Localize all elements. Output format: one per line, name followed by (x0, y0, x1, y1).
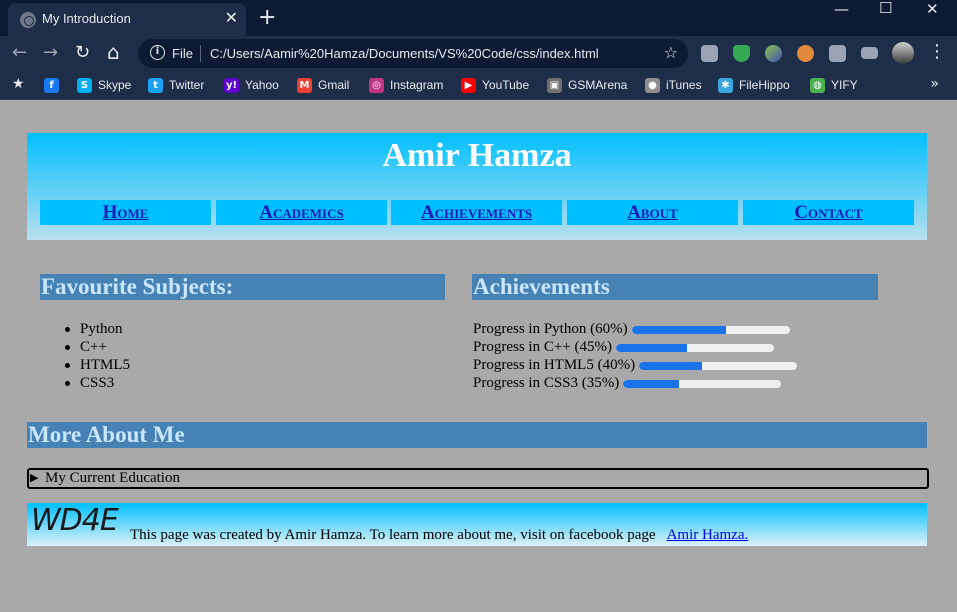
bookmarks-bar: ★ f S Skype t Twitter y! Yahoo M Gmail ◎ Instagram… (0, 71, 957, 100)
bookmark-favicon-icon: f (44, 78, 59, 93)
page-title: Amir Hamza (382, 137, 572, 174)
bookmark-favicon-icon: y! (224, 78, 239, 93)
progress-row: Progress in C++ (45%) (473, 338, 774, 356)
facebook-link[interactable]: Amir Hamza. (667, 527, 749, 543)
colorful-extension-icon[interactable] (765, 45, 782, 62)
progress-bar (623, 379, 782, 388)
bookmark-favicon-icon: M (297, 78, 312, 93)
bookmark-label: GSMArena (568, 78, 628, 92)
progress-label: Progress in CSS3 (35%) (473, 375, 620, 391)
education-details[interactable]: ▶ My Current Education (27, 468, 929, 489)
nav-link-achievements[interactable]: Achievements (421, 202, 532, 223)
progress-row: Progress in CSS3 (35%) (473, 374, 782, 392)
details-summary[interactable]: My Current Education (45, 470, 180, 487)
list-item: CSS3 (65, 374, 130, 392)
new-tab-button[interactable]: + (258, 5, 276, 30)
address-bar[interactable]: i File C:/Users/Aamir%20Hamza/Documents/… (138, 39, 688, 68)
puzzle-icon[interactable] (829, 45, 846, 62)
subjects-heading: Favourite Subjects: (40, 274, 445, 300)
progress-bar (616, 343, 774, 352)
bookmark-label: FileHippo (739, 78, 790, 92)
nav-achievements[interactable]: Achievements (391, 200, 562, 225)
bookmark-label: Yahoo (245, 78, 279, 92)
page-footer: WD4E This page was created by Amir Hamza… (27, 503, 927, 546)
menu-icon[interactable]: ⋮ (928, 41, 946, 62)
progress-label: Progress in C++ (45%) (473, 339, 612, 355)
tab-title: My Introduction (42, 11, 131, 26)
bookmark-favicon-icon: ◍ (810, 78, 825, 93)
list-item: Python (65, 320, 130, 338)
minimize-button[interactable]: — (834, 0, 849, 18)
bookmark-star-icon[interactable]: ☆ (664, 43, 678, 62)
progress-row: Progress in Python (60%) (473, 320, 790, 338)
bookmarks-overflow-icon[interactable]: » (930, 76, 939, 92)
globe-icon (20, 12, 36, 28)
back-arrow-icon[interactable]: ← (12, 42, 27, 63)
progress-label: Progress in HTML5 (40%) (473, 357, 636, 373)
nav-link-home[interactable]: Home (103, 202, 149, 223)
home-icon[interactable]: ⌂ (107, 40, 120, 64)
disclosure-triangle-icon[interactable]: ▶ (30, 471, 38, 484)
bookmark-favicon-icon: ▣ (547, 78, 562, 93)
camera-icon[interactable] (701, 45, 718, 62)
bookmark-favicon-icon: ◎ (369, 78, 384, 93)
subjects-list: Python C++ HTML5 CSS3 (65, 320, 130, 392)
progress-bar (639, 361, 798, 370)
bookmark-favicon-icon: ▶ (461, 78, 476, 93)
browser-toolbar: ← → ↻ ⌂ i File C:/Users/Aamir%20Hamza/Do… (0, 36, 957, 71)
bookmark-favicon-icon: S (77, 78, 92, 93)
profile-avatar[interactable] (892, 42, 914, 64)
page-viewport: Amir Hamza Home Academics Achievements A… (0, 100, 957, 612)
list-item: HTML5 (65, 357, 130, 373)
bookmark-label: iTunes (666, 78, 702, 92)
face-extension-icon[interactable] (797, 45, 814, 62)
nav-link-about[interactable]: About (627, 202, 678, 223)
footer-text: This page was created by Amir Hamza. To … (130, 527, 748, 544)
bookmark-favicon-icon: ✱ (718, 78, 733, 93)
bookmark-label: YouTube (482, 78, 530, 92)
tab-strip: My Introduction ✕ + — ☐ ✕ (0, 0, 957, 36)
wd4e-logo: WD4E (31, 503, 119, 538)
apps-star-icon[interactable]: ★ (12, 76, 25, 92)
bookmark-label: Instagram (390, 78, 444, 92)
nav-academics[interactable]: Academics (216, 200, 387, 225)
progress-fill (639, 361, 703, 370)
progress-fill (631, 325, 727, 334)
bookmark-label: YIFY (831, 78, 858, 92)
media-icon[interactable] (861, 47, 878, 59)
maximize-button[interactable]: ☐ (879, 0, 892, 17)
nav-contact[interactable]: Contact (743, 200, 914, 225)
bookmark-favicon-icon: t (148, 78, 163, 93)
nav-link-academics[interactable]: Academics (259, 202, 344, 223)
nav-home[interactable]: Home (40, 200, 211, 225)
achievements-heading: Achievements (472, 274, 878, 300)
window-close-button[interactable]: ✕ (926, 0, 939, 18)
site-info-icon[interactable]: i (150, 45, 165, 60)
nav-link-contact[interactable]: Contact (794, 202, 862, 223)
tab-my-introduction[interactable]: My Introduction ✕ (8, 3, 246, 36)
list-item: C++ (65, 338, 130, 356)
bookmark-label: Skype (98, 78, 132, 92)
progress-bar (631, 325, 790, 334)
bookmark-label: Twitter (169, 78, 205, 92)
progress-fill (623, 379, 679, 388)
scheme-label: File (172, 46, 193, 61)
footer-message: This page was created by Amir Hamza. To … (130, 527, 656, 543)
bookmark-label: Gmail (318, 78, 350, 92)
shield-extension-icon[interactable] (733, 45, 750, 62)
progress-fill (616, 343, 688, 352)
progress-label: Progress in Python (60%) (473, 321, 628, 337)
url-text[interactable]: C:/Users/Aamir%20Hamza/Documents/VS%20Co… (210, 46, 599, 61)
tab-close-icon[interactable]: ✕ (225, 8, 238, 27)
forward-arrow-icon[interactable]: → (43, 42, 58, 63)
omnibox-divider (200, 45, 201, 62)
more-about-heading: More About Me (27, 422, 927, 448)
progress-row: Progress in HTML5 (40%) (473, 356, 798, 374)
reload-icon[interactable]: ↻ (75, 42, 90, 63)
page-header: Amir Hamza Home Academics Achievements A… (27, 133, 927, 240)
bookmark-favicon-icon: ● (645, 78, 660, 93)
nav-about[interactable]: About (567, 200, 738, 225)
